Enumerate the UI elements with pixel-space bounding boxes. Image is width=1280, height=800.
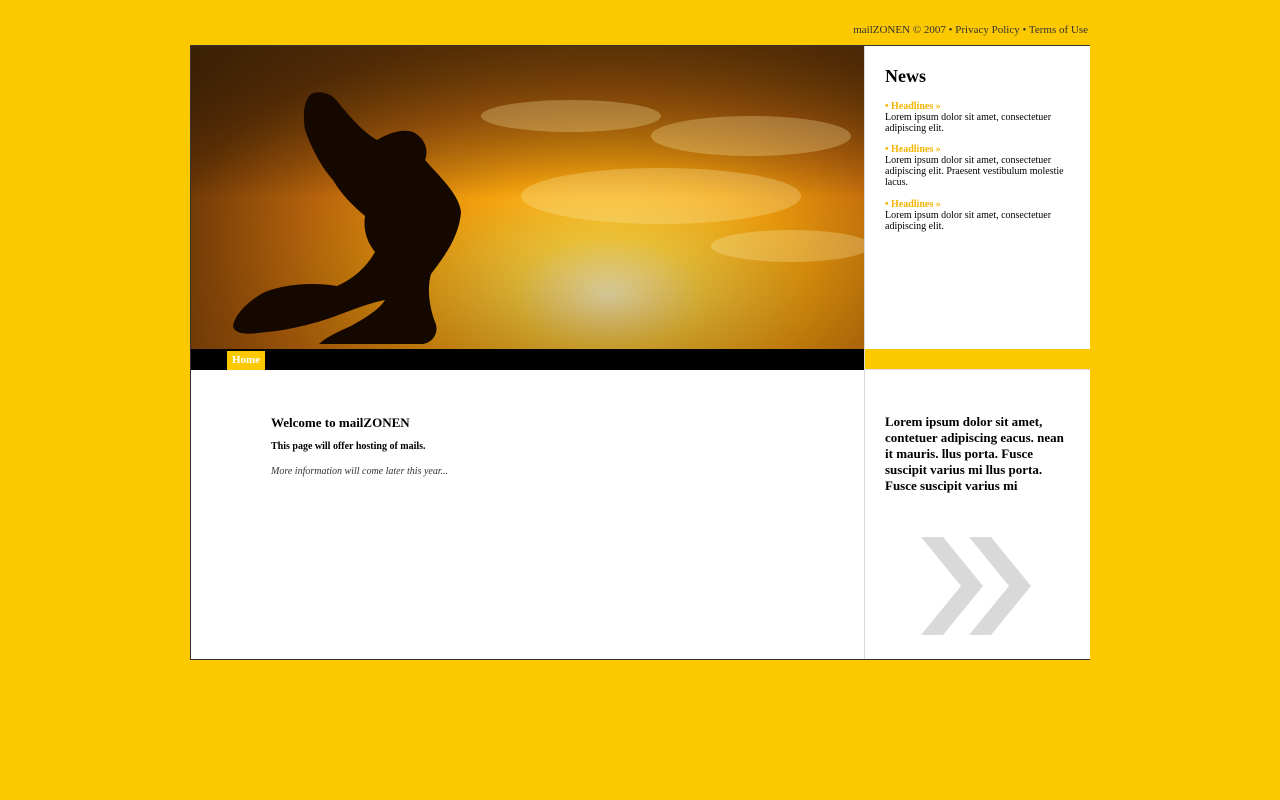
separator: •: [1019, 24, 1029, 36]
news-text: Lorem ipsum dolor sit amet, consectetuer…: [885, 155, 1064, 188]
news-text: Lorem ipsum dolor sit amet, consectetuer…: [885, 210, 1052, 232]
news-headline-link[interactable]: • Headlines »: [885, 101, 1075, 112]
privacy-policy-link[interactable]: Privacy Policy: [955, 24, 1019, 36]
news-item: • Headlines » Lorem ipsum dolor sit amet…: [885, 101, 1075, 134]
news-item: • Headlines » Lorem ipsum dolor sit amet…: [885, 199, 1075, 232]
hosting-description: This page will offer hosting of mails.: [271, 441, 426, 452]
side-lorem-text: Lorem ipsum dolor sit amet, contetuer ad…: [885, 414, 1064, 493]
copyright-text: mailZONEN © 2007: [853, 24, 946, 36]
news-panel: News • Headlines » Lorem ipsum dolor sit…: [864, 46, 1090, 349]
side-panel: Lorem ipsum dolor sit amet, contetuer ad…: [864, 370, 1090, 659]
news-item: • Headlines » Lorem ipsum dolor sit amet…: [885, 144, 1075, 188]
footer-links-bar: mailZONEN © 2007 • Privacy Policy • Term…: [190, 24, 1088, 36]
news-headline-link[interactable]: • Headlines »: [885, 199, 1075, 210]
news-headline-link[interactable]: • Headlines »: [885, 144, 1075, 155]
separator: •: [945, 24, 956, 36]
main-content: Welcome to mailZONEN This page will offe…: [191, 370, 864, 659]
side-divider-strip: [864, 349, 1090, 370]
terms-of-use-link[interactable]: Terms of Use: [1029, 24, 1088, 36]
nav-home-tab[interactable]: Home: [227, 351, 265, 370]
news-text: Lorem ipsum dolor sit amet, consectetuer…: [885, 112, 1052, 134]
welcome-heading: Welcome to mailZONEN: [271, 415, 410, 430]
more-info-text: More information will come later this ye…: [271, 466, 449, 477]
news-title: News: [885, 66, 926, 86]
page-frame: News • Headlines » Lorem ipsum dolor sit…: [190, 45, 1090, 660]
jumping-silhouette-image: [191, 46, 864, 349]
hero-image: [191, 46, 864, 349]
double-chevron-right-icon: [921, 537, 1031, 635]
nav-bar: Home: [191, 349, 864, 370]
